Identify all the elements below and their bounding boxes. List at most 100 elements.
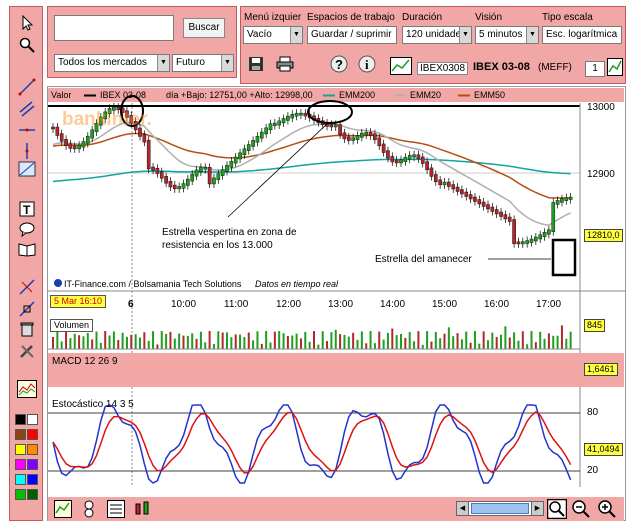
delete-line-icon[interactable] (16, 277, 38, 297)
volume-bar (339, 334, 342, 349)
color-swatch-red[interactable] (27, 429, 38, 440)
volume-bar (334, 329, 337, 349)
candle (259, 131, 264, 139)
volume-bar (386, 332, 389, 349)
color-swatch-cyan[interactable] (15, 474, 26, 485)
color-swatch-brown[interactable] (15, 429, 26, 440)
workspace-select[interactable]: Guardar / suprimir (307, 26, 397, 44)
volume-bar (473, 331, 476, 349)
color-swatch-black[interactable] (15, 414, 26, 425)
volume-bar (78, 335, 81, 349)
help-icon[interactable]: ? (330, 55, 348, 76)
volume-bar (504, 326, 507, 349)
volume-bar (447, 327, 450, 349)
price-axis-13000: 13000 (587, 102, 615, 113)
zoom-in-icon[interactable] (597, 499, 617, 522)
color-swatch-purple[interactable] (27, 459, 38, 470)
candle (368, 131, 373, 136)
scrollbar-thumb[interactable] (471, 503, 529, 514)
vertical-line-icon[interactable] (16, 141, 38, 161)
indicator-chart-icon[interactable] (16, 379, 38, 399)
candles-icon[interactable] (133, 500, 151, 521)
volume-bar (156, 344, 159, 349)
trendline-icon[interactable] (16, 77, 38, 97)
market-select-value: Todos los mercados (58, 57, 147, 68)
fibonacci-icon[interactable] (16, 159, 38, 179)
save-icon[interactable] (248, 56, 264, 75)
volume-bar (147, 340, 150, 349)
horizontal-scrollbar[interactable]: ◀ ▶ (456, 501, 544, 516)
chart-area[interactable]: Valor IBEX 03-08 día +Bajo: 12751,00 +Al… (47, 86, 626, 521)
candle (186, 178, 190, 186)
color-swatch-white[interactable] (27, 414, 38, 425)
view-select[interactable]: 5 minutos ▼ (475, 26, 539, 44)
volume-bar (60, 341, 63, 349)
morning-star-annotation: Estrella del amanecer (375, 254, 472, 265)
candle (177, 186, 181, 190)
zoom-out-icon[interactable] (571, 499, 591, 522)
volume-bar (221, 332, 224, 349)
zoom-fit-icon[interactable] (546, 498, 568, 522)
trash-icon[interactable] (16, 319, 38, 339)
color-swatch-blue[interactable] (27, 474, 38, 485)
candle (534, 236, 538, 242)
volume-bar (199, 331, 202, 349)
candle (255, 135, 260, 143)
candle (486, 204, 490, 210)
table-icon[interactable] (107, 500, 125, 521)
compare-chart-icon[interactable] (607, 58, 623, 79)
search-panel: Buscar Todos los mercados ▼ Futuro ▼ (47, 6, 237, 78)
scroll-left-icon[interactable]: ◀ (457, 502, 469, 515)
comment-icon[interactable] (16, 219, 38, 239)
color-swatch-green[interactable] (15, 489, 26, 500)
candle (407, 154, 412, 160)
volume-bar (478, 343, 481, 349)
color-swatch-yellow[interactable] (15, 444, 26, 455)
volume-bar (260, 343, 263, 349)
color-swatch-orange[interactable] (27, 444, 38, 455)
duration-select-value: 120 unidades (406, 29, 467, 40)
horizontal-line-icon[interactable] (16, 120, 38, 140)
workspace-label: Espacios de trabajo (307, 12, 395, 23)
tools-icon[interactable] (16, 341, 38, 361)
menu-select[interactable]: Vacío ▼ (243, 26, 303, 44)
channel-icon[interactable] (16, 99, 38, 119)
candle (542, 232, 547, 237)
volume-bar (317, 344, 320, 349)
candle (203, 167, 208, 170)
volume-bar (456, 333, 459, 349)
candle (560, 198, 564, 203)
print-icon[interactable] (276, 56, 294, 75)
volume-bar (321, 331, 324, 349)
instrument-type-select[interactable]: Futuro ▼ (172, 54, 234, 72)
volume-bar (556, 335, 559, 349)
color-swatch-magenta[interactable] (15, 459, 26, 470)
search-input[interactable] (54, 15, 174, 41)
volume-bar (239, 334, 242, 349)
candle (303, 112, 308, 117)
data-notice: Datos en tiempo real (255, 279, 339, 289)
market-select[interactable]: Todos los mercados ▼ (54, 54, 170, 72)
volume-bar (434, 331, 437, 349)
volume-bar (534, 342, 537, 349)
instrument-count[interactable]: 1 (585, 61, 605, 77)
view-select-value: 5 minutos (479, 29, 523, 40)
zoom-icon[interactable] (16, 35, 38, 55)
settings-icon[interactable] (82, 500, 96, 521)
stochastic-value-tag: 41,0494 (584, 443, 623, 456)
select-line-icon[interactable] (16, 299, 38, 319)
scroll-right-icon[interactable]: ▶ (531, 502, 543, 515)
duration-select[interactable]: 120 unidades ▼ (402, 26, 472, 44)
scale-select[interactable]: Esc. logarítmica (542, 26, 622, 44)
cursor-icon[interactable] (16, 13, 38, 33)
info-icon[interactable]: i (358, 55, 376, 76)
volume-bar (204, 342, 207, 349)
search-button[interactable]: Buscar (183, 18, 225, 38)
book-icon[interactable] (16, 239, 38, 259)
color-swatch-dark-green[interactable] (27, 489, 38, 500)
text-tool-icon[interactable]: T (16, 199, 38, 219)
candle (377, 137, 382, 147)
instrument-chart-icon[interactable] (390, 57, 412, 78)
volume-bar (56, 331, 59, 349)
indicator-chart-icon[interactable] (54, 500, 72, 521)
